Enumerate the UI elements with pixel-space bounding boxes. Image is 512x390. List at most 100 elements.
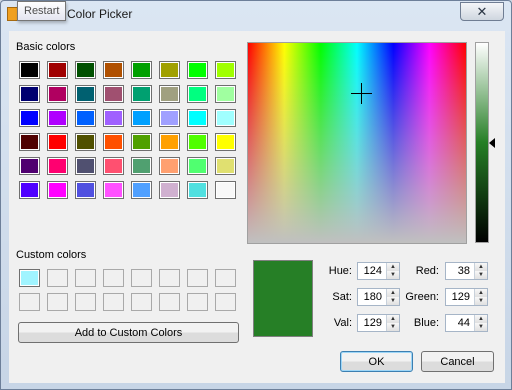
spin-down-icon[interactable]: ▼	[475, 297, 487, 305]
custom-color-swatch[interactable]	[131, 269, 152, 287]
custom-color-swatch[interactable]	[19, 293, 40, 311]
spin-down-icon[interactable]: ▼	[475, 323, 487, 331]
basic-color-swatch[interactable]	[131, 157, 152, 175]
val-value[interactable]: 129	[358, 315, 386, 331]
luminosity-arrow-icon[interactable]	[489, 137, 495, 148]
basic-color-swatch[interactable]	[47, 85, 68, 103]
custom-color-swatch[interactable]	[103, 269, 124, 287]
basic-color-swatch[interactable]	[103, 85, 124, 103]
title-bar[interactable]: Color Picker ✕	[1, 1, 512, 27]
custom-color-swatch[interactable]	[215, 293, 236, 311]
sat-spinner[interactable]: 180 ▲ ▼	[357, 288, 400, 306]
basic-color-swatch[interactable]	[215, 133, 236, 151]
hue-spinner[interactable]: 124 ▲ ▼	[357, 262, 400, 280]
custom-color-swatch[interactable]	[75, 293, 96, 311]
basic-color-swatch[interactable]	[19, 109, 40, 127]
green-spinner[interactable]: 129 ▲ ▼	[445, 288, 488, 306]
basic-color-swatch[interactable]	[75, 109, 96, 127]
basic-color-swatch[interactable]	[47, 109, 68, 127]
luminosity-slider[interactable]	[475, 42, 489, 243]
custom-color-swatch[interactable]	[131, 293, 152, 311]
basic-color-swatch[interactable]	[215, 109, 236, 127]
spin-down-icon[interactable]: ▼	[387, 271, 399, 279]
basic-color-swatch[interactable]	[131, 85, 152, 103]
custom-color-swatch[interactable]	[47, 293, 68, 311]
crosshair-cursor[interactable]	[351, 83, 373, 104]
basic-color-swatch[interactable]	[19, 157, 40, 175]
blue-value[interactable]: 44	[446, 315, 474, 331]
basic-color-swatch[interactable]	[75, 181, 96, 199]
basic-color-swatch[interactable]	[131, 181, 152, 199]
add-to-custom-colors-button[interactable]: Add to Custom Colors	[18, 322, 239, 343]
custom-color-swatch[interactable]	[215, 269, 236, 287]
custom-color-swatch[interactable]	[187, 269, 208, 287]
basic-color-swatch[interactable]	[75, 61, 96, 79]
basic-color-swatch[interactable]	[131, 109, 152, 127]
basic-color-swatch[interactable]	[75, 133, 96, 151]
spin-down-icon[interactable]: ▼	[387, 323, 399, 331]
cancel-button[interactable]: Cancel	[421, 351, 494, 372]
basic-color-swatch[interactable]	[47, 133, 68, 151]
spin-up-icon[interactable]: ▲	[475, 315, 487, 323]
spin-up-icon[interactable]: ▲	[387, 263, 399, 271]
basic-color-swatch[interactable]	[187, 157, 208, 175]
hue-value[interactable]: 124	[358, 263, 386, 279]
spin-up-icon[interactable]: ▲	[475, 289, 487, 297]
basic-color-swatch[interactable]	[103, 109, 124, 127]
basic-color-swatch[interactable]	[159, 109, 180, 127]
spin-down-icon[interactable]: ▼	[387, 297, 399, 305]
basic-color-swatch[interactable]	[19, 85, 40, 103]
basic-color-swatch[interactable]	[159, 157, 180, 175]
basic-color-swatch[interactable]	[187, 85, 208, 103]
red-label: Red:	[415, 265, 439, 277]
val-spinner[interactable]: 129 ▲ ▼	[357, 314, 400, 332]
green-value[interactable]: 129	[446, 289, 474, 305]
basic-color-swatch[interactable]	[131, 61, 152, 79]
spin-up-icon[interactable]: ▲	[475, 263, 487, 271]
spin-down-icon[interactable]: ▼	[475, 271, 487, 279]
red-spinner[interactable]: 38 ▲ ▼	[445, 262, 488, 280]
custom-color-swatch[interactable]	[47, 269, 68, 287]
basic-color-swatch[interactable]	[103, 61, 124, 79]
custom-color-swatch[interactable]	[159, 269, 180, 287]
basic-color-swatch[interactable]	[187, 181, 208, 199]
basic-color-swatch[interactable]	[103, 157, 124, 175]
custom-color-swatch[interactable]	[159, 293, 180, 311]
custom-color-swatch[interactable]	[75, 269, 96, 287]
hue-label: Hue:	[328, 265, 352, 277]
basic-color-swatch[interactable]	[159, 61, 180, 79]
basic-color-swatch[interactable]	[103, 181, 124, 199]
basic-color-swatch[interactable]	[159, 181, 180, 199]
basic-color-swatch[interactable]	[47, 61, 68, 79]
basic-color-swatch[interactable]	[187, 61, 208, 79]
basic-color-swatch[interactable]	[159, 133, 180, 151]
basic-color-swatch[interactable]	[187, 133, 208, 151]
basic-color-swatch[interactable]	[131, 133, 152, 151]
basic-color-swatch[interactable]	[19, 61, 40, 79]
custom-color-swatch[interactable]	[103, 293, 124, 311]
basic-color-swatch[interactable]	[215, 157, 236, 175]
close-button[interactable]: ✕	[460, 2, 504, 21]
basic-color-swatch[interactable]	[159, 85, 180, 103]
basic-color-swatch[interactable]	[215, 61, 236, 79]
ok-button[interactable]: OK	[340, 351, 413, 372]
spin-up-icon[interactable]: ▲	[387, 289, 399, 297]
blue-spinner[interactable]: 44 ▲ ▼	[445, 314, 488, 332]
dialog-window: Color Picker ✕ Restart Basic colors Cust…	[0, 0, 512, 390]
spin-up-icon[interactable]: ▲	[387, 315, 399, 323]
basic-color-swatch[interactable]	[75, 157, 96, 175]
basic-color-swatch[interactable]	[215, 181, 236, 199]
basic-color-swatch[interactable]	[47, 181, 68, 199]
basic-color-swatch[interactable]	[103, 133, 124, 151]
basic-color-swatch[interactable]	[47, 157, 68, 175]
basic-color-swatch[interactable]	[19, 181, 40, 199]
color-spectrum[interactable]	[247, 42, 467, 244]
custom-color-swatch[interactable]	[187, 293, 208, 311]
custom-color-swatch[interactable]	[19, 269, 40, 287]
basic-color-swatch[interactable]	[75, 85, 96, 103]
sat-value[interactable]: 180	[358, 289, 386, 305]
red-value[interactable]: 38	[446, 263, 474, 279]
basic-color-swatch[interactable]	[187, 109, 208, 127]
basic-color-swatch[interactable]	[215, 85, 236, 103]
basic-color-swatch[interactable]	[19, 133, 40, 151]
